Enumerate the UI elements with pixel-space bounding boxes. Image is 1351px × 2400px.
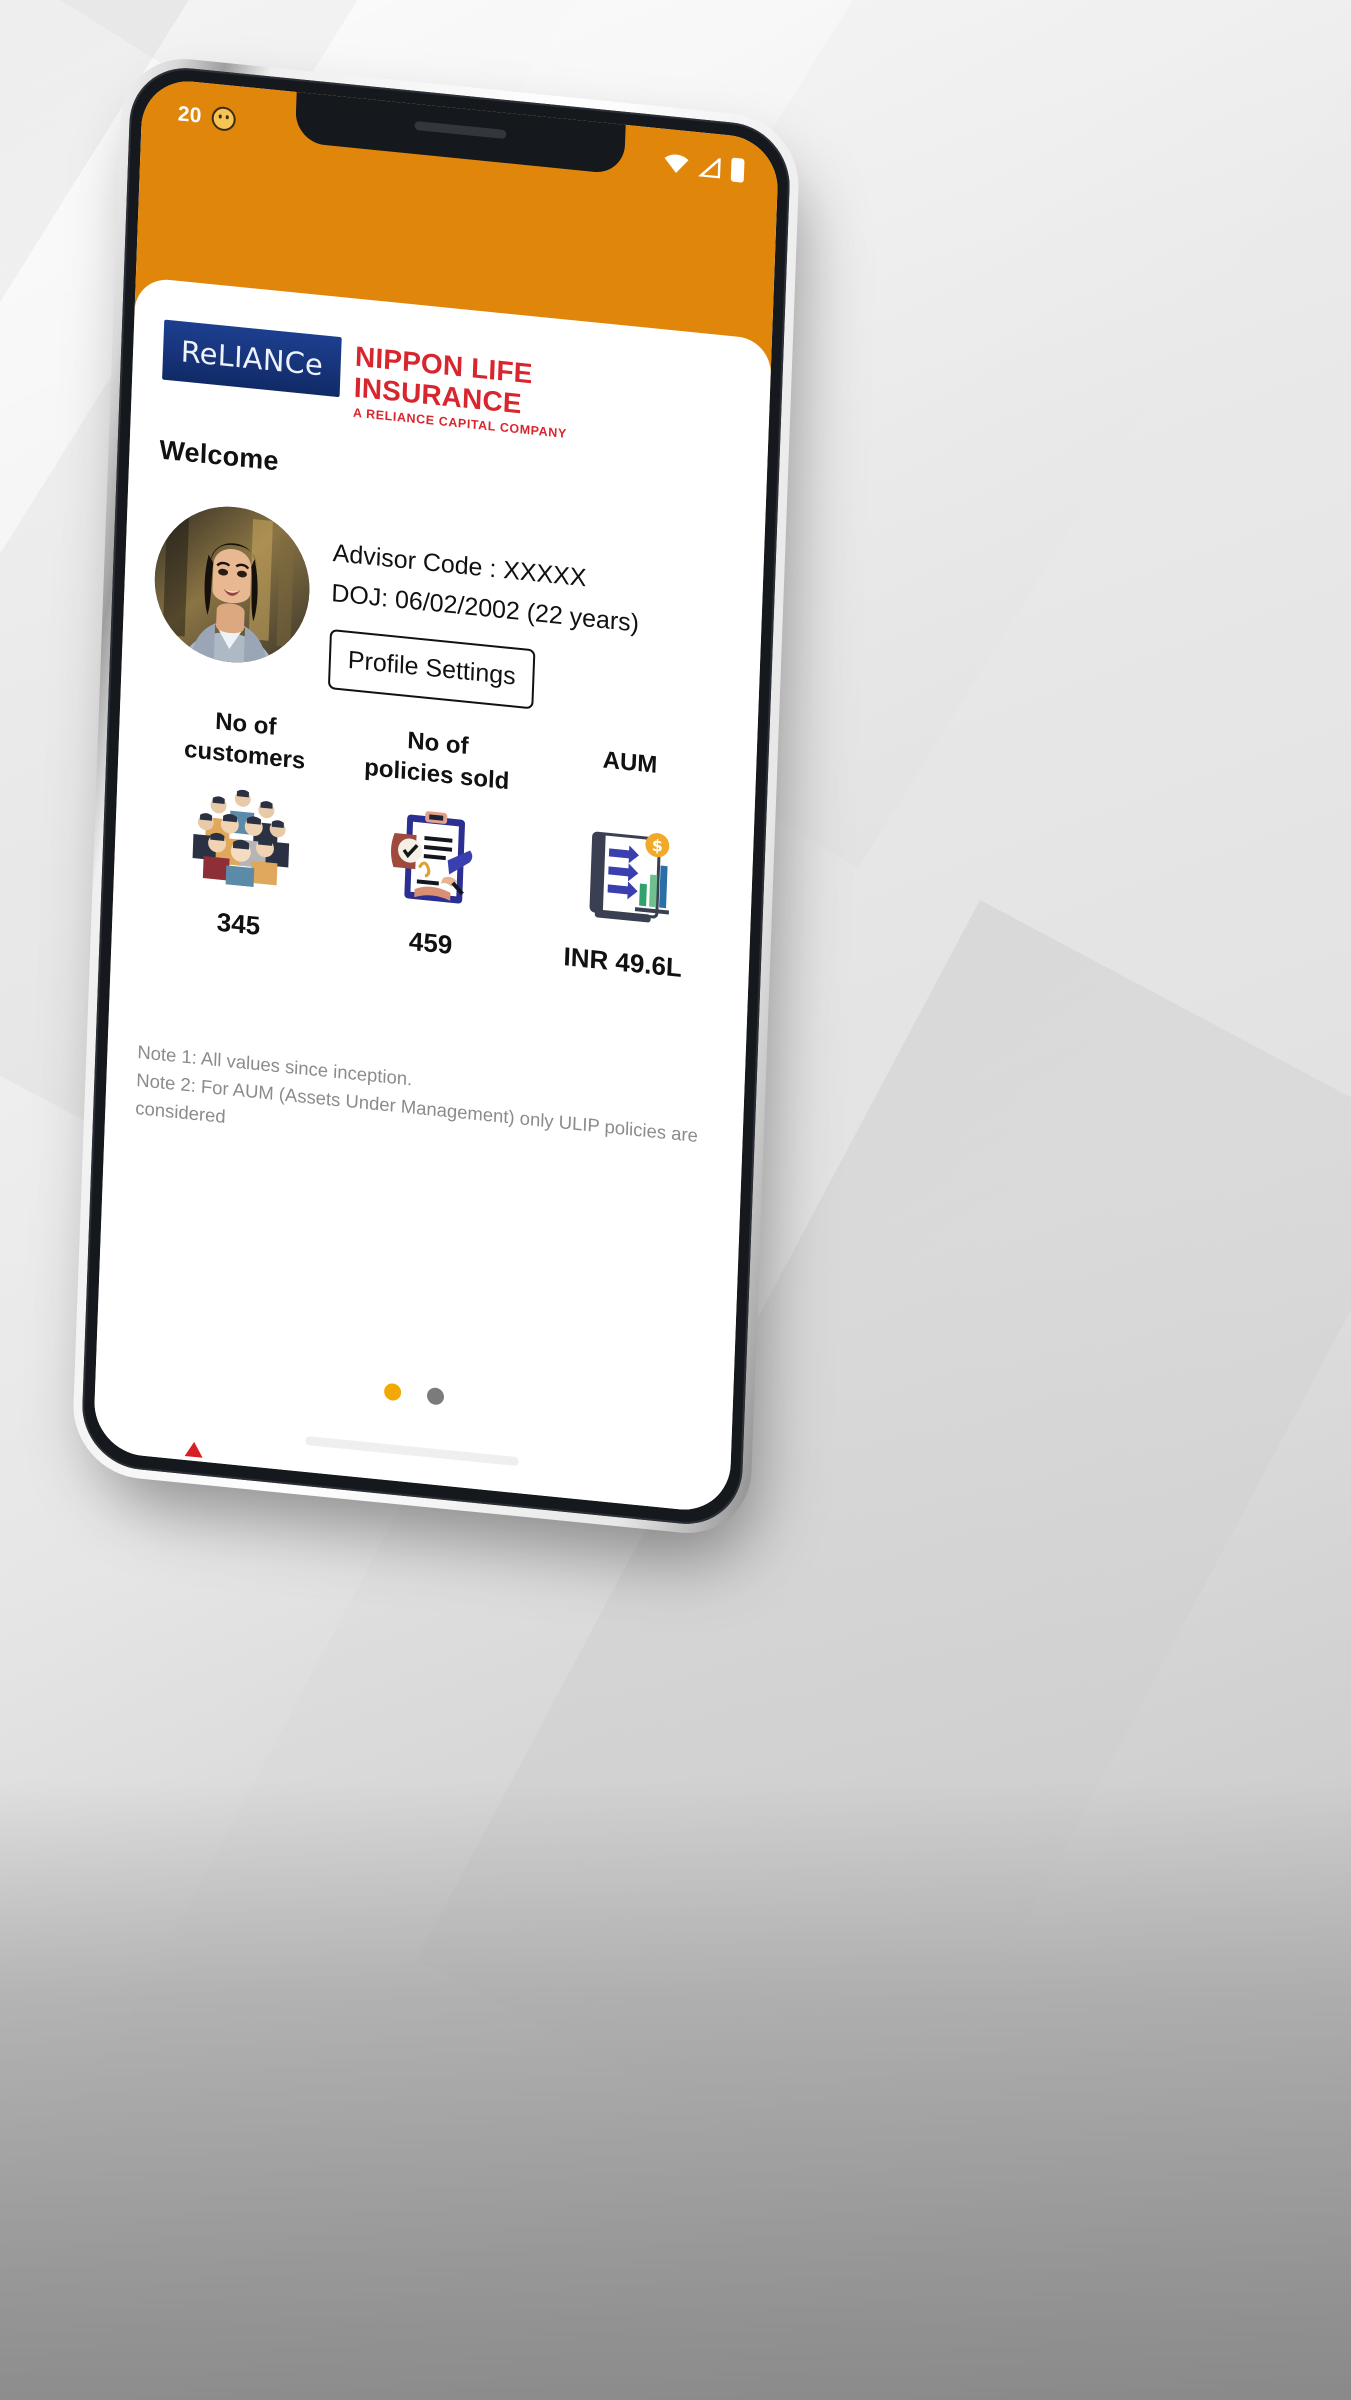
reliance-logo-mark: ReLIANCe <box>162 319 342 1458</box>
aum-chart-icon: $ <box>576 822 675 929</box>
home-indicator[interactable] <box>305 1435 519 1466</box>
svg-text:$: $ <box>651 836 663 856</box>
notes-block: Note 1: All values since inception. Note… <box>135 1038 714 1179</box>
dashboard-card: ReLIANCe NIPPON LIFE INSURANCE A RELIANC… <box>92 276 772 1515</box>
stat-label: AUM <box>601 745 658 812</box>
stat-customers: No of customers 345 <box>142 699 343 949</box>
phone-body: 20 ReLIANCe NIPPON LIFE INSURANCE A RELI… <box>70 52 802 1540</box>
signal-icon <box>697 156 723 179</box>
stat-value: 345 <box>216 906 261 941</box>
profile-section: Advisor Code : XXXXX DOJ: 06/02/2002 (22… <box>151 499 734 728</box>
battery-icon <box>730 157 745 183</box>
avatar[interactable] <box>152 499 313 670</box>
profile-details: Advisor Code : XXXXX DOJ: 06/02/2002 (22… <box>327 517 734 729</box>
phone-mockup: 20 ReLIANCe NIPPON LIFE INSURANCE A RELI… <box>70 52 804 1566</box>
stat-aum: AUM $ INR 49.6L <box>526 738 727 988</box>
smiley-icon <box>211 105 237 133</box>
pager-dot-1[interactable] <box>383 1382 402 1402</box>
status-time: 20 <box>177 102 203 128</box>
stat-policies-sold: No of policies sold 459 <box>334 718 535 968</box>
people-group-icon <box>188 784 295 892</box>
stat-value: INR 49.6L <box>563 941 683 983</box>
wifi-icon <box>663 153 690 176</box>
stats-row: No of customers 345 No of policies sold … <box>142 699 727 987</box>
status-bar-right <box>663 151 745 183</box>
phone-bezel: 20 ReLIANCe NIPPON LIFE INSURANCE A RELI… <box>80 62 792 1530</box>
policy-clipboard-icon <box>384 803 483 910</box>
profile-settings-button[interactable]: Profile Settings <box>327 628 536 710</box>
reliance-wordmark: ReLIANCe <box>180 334 324 383</box>
stat-value: 459 <box>408 925 453 961</box>
phone-screen: 20 ReLIANCe NIPPON LIFE INSURANCE A RELI… <box>92 76 780 1515</box>
earpiece-speaker <box>414 120 507 139</box>
pager-dot-2[interactable] <box>426 1386 445 1406</box>
brand-logo: ReLIANCe NIPPON LIFE INSURANCE A RELIANC… <box>161 319 740 1458</box>
stat-label: No of customers <box>184 703 307 777</box>
status-bar-left: 20 <box>177 102 237 133</box>
stat-label: No of policies sold <box>364 721 511 797</box>
stat-label-line1: AUM <box>602 746 658 779</box>
brand-name-block: NIPPON LIFE INSURANCE A RELIANCE CAPITAL… <box>353 339 570 441</box>
